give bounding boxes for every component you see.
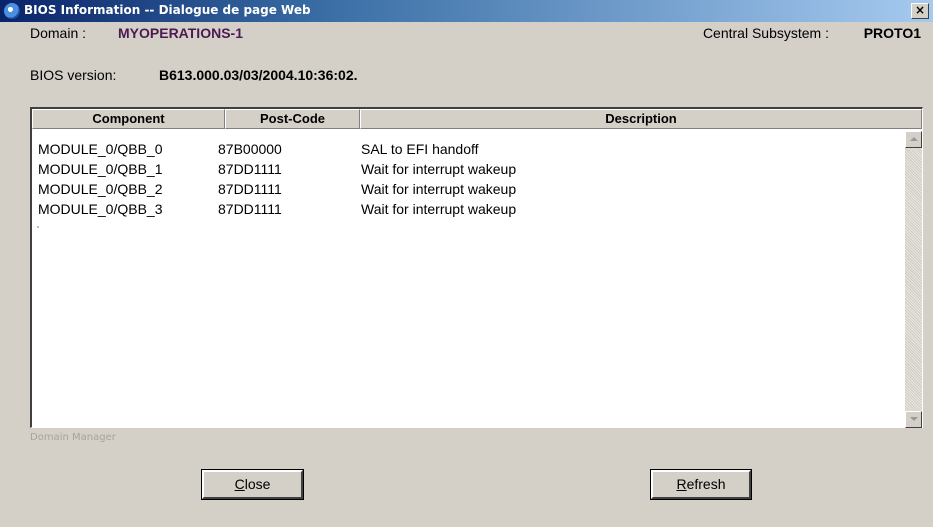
description-cell: Wait for interrupt wakeup <box>361 201 517 217</box>
refresh-label-rest: efresh <box>686 476 726 492</box>
empty-row-marker <box>37 226 39 228</box>
description-cell: SAL to EFI handoff <box>361 141 479 157</box>
close-button[interactable]: Close <box>201 469 304 500</box>
component-cell: MODULE_0/QBB_3 <box>38 201 163 217</box>
close-label-rest: lose <box>244 476 271 492</box>
description-cell: Wait for interrupt wakeup <box>361 161 517 177</box>
window-title: BIOS Information -- Dialogue de page Web <box>24 3 311 17</box>
post-code-cell: 87DD1111 <box>218 161 282 177</box>
component-cell: MODULE_0/QBB_0 <box>38 141 163 157</box>
central-subsystem-value: PROTO1 <box>863 25 921 41</box>
scroll-down-arrow-icon <box>910 417 918 421</box>
component-cell: MODULE_0/QBB_2 <box>38 181 163 197</box>
post-code-cell: 87B00000 <box>218 141 282 157</box>
description-cell: Wait for interrupt wakeup <box>361 181 517 197</box>
bios-version-label: BIOS version: <box>30 67 117 83</box>
bios-information-dialog: BIOS Information -- Dialogue de page Web… <box>0 0 933 527</box>
column-header-description[interactable]: Description <box>360 109 922 129</box>
post-code-cell: 87DD1111 <box>218 201 282 217</box>
component-cell: MODULE_0/QBB_1 <box>38 161 163 177</box>
domain-value: MYOPERATIONS-1 <box>118 25 243 41</box>
table-header: Component Post-Code Description <box>32 109 922 129</box>
domain-manager-watermark: Domain Manager <box>30 432 116 443</box>
column-header-component[interactable]: Component <box>32 109 225 129</box>
scroll-up-arrow-icon <box>910 137 918 141</box>
domain-label: Domain : <box>30 25 87 41</box>
scroll-up-button[interactable] <box>905 131 922 148</box>
ie-icon <box>4 3 20 19</box>
title-bar[interactable]: BIOS Information -- Dialogue de page Web… <box>0 0 933 22</box>
scroll-down-button[interactable] <box>905 411 922 428</box>
close-accesskey: C <box>234 476 245 492</box>
close-window-button[interactable]: × <box>911 3 929 19</box>
vertical-scrollbar[interactable] <box>905 131 922 428</box>
column-header-post-code[interactable]: Post-Code <box>225 109 360 129</box>
post-code-cell: 87DD1111 <box>218 181 282 197</box>
refresh-accesskey: R <box>676 476 687 492</box>
refresh-button[interactable]: Refresh <box>650 469 752 500</box>
post-code-table: Component Post-Code Description MODULE_0… <box>30 107 923 428</box>
central-subsystem-label: Central Subsystem : <box>702 25 829 41</box>
table-body: MODULE_0/QBB_0 87B00000 SAL to EFI hando… <box>32 131 905 428</box>
bios-version-value: B613.000.03/03/2004.10:36:02. <box>159 67 358 83</box>
